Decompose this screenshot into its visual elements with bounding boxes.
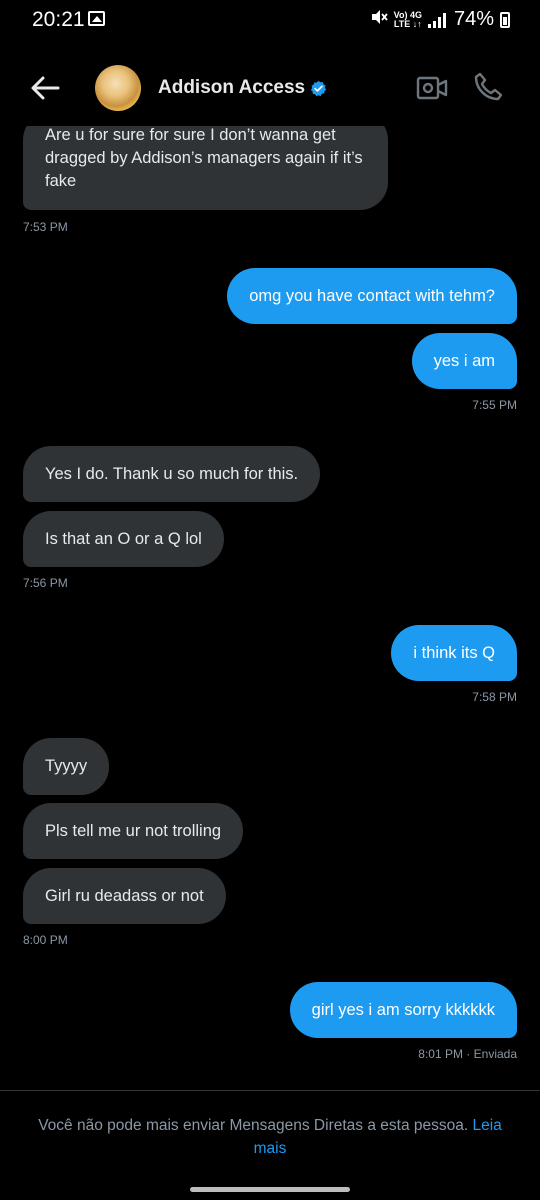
- message-timestamp: 8:01 PM · Enviada: [418, 1047, 517, 1061]
- message-bubble-received[interactable]: Girl ru deadass or not: [23, 868, 226, 924]
- message-list[interactable]: Are u for sure for sure I don’t wanna ge…: [0, 0, 540, 1090]
- video-call-button[interactable]: [416, 74, 448, 102]
- phone-icon: [474, 72, 503, 101]
- message-bubble-sent[interactable]: yes i am: [411, 333, 517, 389]
- message-bubble-received[interactable]: Is that an O or a Q lol: [23, 511, 224, 567]
- home-indicator[interactable]: [190, 1187, 350, 1192]
- message-bubble-received[interactable]: Are u for sure for sure I don’t wanna ge…: [23, 112, 388, 210]
- notice-text: Você não pode mais enviar Mensagens Dire…: [38, 1117, 469, 1134]
- voice-call-button[interactable]: [472, 71, 504, 103]
- message-timestamp: 7:56 PM: [23, 576, 68, 590]
- message-timestamp: 8:00 PM: [23, 933, 68, 947]
- message-bubble-received[interactable]: Tyyyy: [23, 738, 110, 795]
- dm-restricted-notice: Você não pode mais enviar Mensagens Dire…: [30, 1114, 510, 1160]
- verified-badge-icon: [310, 80, 327, 97]
- message-timestamp: 7:58 PM: [472, 690, 517, 704]
- message-timestamp: 7:53 PM: [23, 220, 68, 234]
- video-camera-icon: [416, 76, 448, 100]
- message-bubble-received[interactable]: Yes I do. Thank u so much for this.: [23, 446, 321, 502]
- avatar[interactable]: [95, 65, 141, 111]
- dm-restricted-footer: Você não pode mais enviar Mensagens Dire…: [0, 1090, 540, 1200]
- message-bubble-sent[interactable]: omg you have contact with tehm?: [227, 268, 517, 324]
- conversation-header: Addison Access: [0, 50, 540, 126]
- back-arrow-icon: [31, 76, 60, 100]
- message-bubble-sent[interactable]: i think its Q: [391, 625, 517, 681]
- contact-name[interactable]: Addison Access: [158, 77, 305, 99]
- back-button[interactable]: [28, 72, 62, 104]
- message-bubble-received[interactable]: Pls tell me ur not trolling: [23, 803, 244, 859]
- message-bubble-sent[interactable]: girl yes i am sorry kkkkkk: [289, 982, 517, 1038]
- message-timestamp: 7:55 PM: [472, 398, 517, 412]
